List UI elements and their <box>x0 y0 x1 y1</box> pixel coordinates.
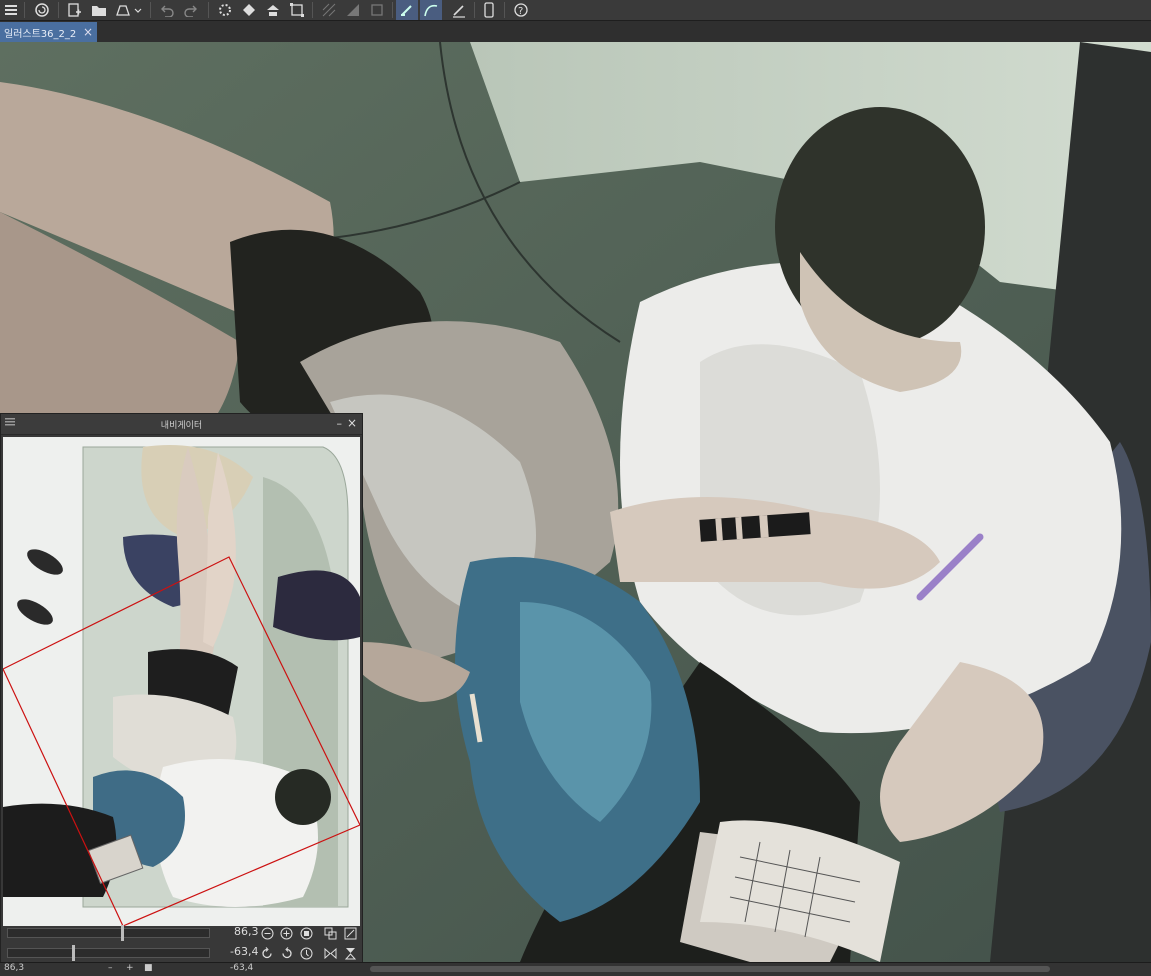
zoom-out-icon[interactable] <box>260 926 274 940</box>
top-toolbar: ? <box>0 0 1151 21</box>
menu-icon[interactable] <box>5 418 15 429</box>
close-tab-icon[interactable]: × <box>83 25 93 39</box>
navigator-title: 내비게이터 <box>160 420 203 431</box>
document-tab-bar: 일러스트36_2_2 × <box>0 21 1151 42</box>
help-icon[interactable]: ? <box>510 0 532 20</box>
fullscreen-icon[interactable] <box>343 926 357 940</box>
flip-horizontal-icon[interactable] <box>323 946 337 960</box>
zoom-slider-knob[interactable] <box>121 925 124 941</box>
svg-text:?: ? <box>518 6 523 17</box>
ruler-icon[interactable] <box>342 0 364 20</box>
rotation-value: -63,4 <box>230 945 259 958</box>
status-zoom: 86,3 <box>4 963 25 973</box>
minimize-icon[interactable]: – <box>337 417 343 430</box>
redo-icon[interactable] <box>180 0 202 20</box>
navigator-panel: 내비게이터 – × 86,3 -63,4 <box>0 413 363 966</box>
close-icon[interactable]: × <box>347 416 357 430</box>
selection-icon[interactable] <box>286 0 308 20</box>
status-zoom-in-icon[interactable]: + <box>126 963 134 973</box>
fill-icon[interactable] <box>238 0 260 20</box>
loading-spinner-icon[interactable] <box>214 0 236 20</box>
curve-icon[interactable] <box>420 0 442 20</box>
new-file-icon[interactable] <box>64 0 84 20</box>
document-tab[interactable]: 일러스트36_2_2 × <box>0 22 97 42</box>
status-zoom-out-icon[interactable]: – <box>108 963 113 973</box>
flip-vertical-icon[interactable] <box>343 946 357 960</box>
undo-icon[interactable] <box>156 0 178 20</box>
navigator-thumbnail <box>3 437 360 926</box>
horizontal-scrollbar[interactable] <box>370 966 1050 972</box>
menu-icon[interactable] <box>0 0 22 20</box>
navigator-preview[interactable] <box>3 437 360 926</box>
layer-icon[interactable] <box>366 0 388 20</box>
transform-icon[interactable] <box>262 0 284 20</box>
pen-icon[interactable] <box>396 0 418 20</box>
status-rotation: -63,4 <box>230 963 254 973</box>
rotate-right-icon[interactable] <box>279 946 293 960</box>
navigator-title-bar[interactable]: 내비게이터 – × <box>1 414 362 435</box>
open-folder-icon[interactable] <box>88 0 110 20</box>
zoom-slider[interactable] <box>7 925 210 941</box>
status-bar: 86,3 – + ■ -63,4 <box>0 962 1151 976</box>
rotation-slider[interactable] <box>7 945 210 961</box>
save-icon[interactable] <box>112 0 144 20</box>
spiral-logo-icon[interactable] <box>30 0 54 20</box>
grid-icon[interactable] <box>318 0 340 20</box>
rotation-slider-knob[interactable] <box>72 945 75 961</box>
edit-icon[interactable] <box>448 0 470 20</box>
rotate-left-icon[interactable] <box>260 946 274 960</box>
phone-icon[interactable] <box>478 0 500 20</box>
document-tab-title: 일러스트36_2_2 <box>4 28 77 40</box>
status-stop-icon[interactable]: ■ <box>144 963 153 973</box>
fit-window-icon[interactable] <box>323 926 337 940</box>
zoom-value: 86,3 <box>234 925 259 938</box>
zoom-reset-icon[interactable] <box>299 926 313 940</box>
zoom-in-icon[interactable] <box>279 926 293 940</box>
rotation-reset-icon[interactable] <box>299 946 313 960</box>
